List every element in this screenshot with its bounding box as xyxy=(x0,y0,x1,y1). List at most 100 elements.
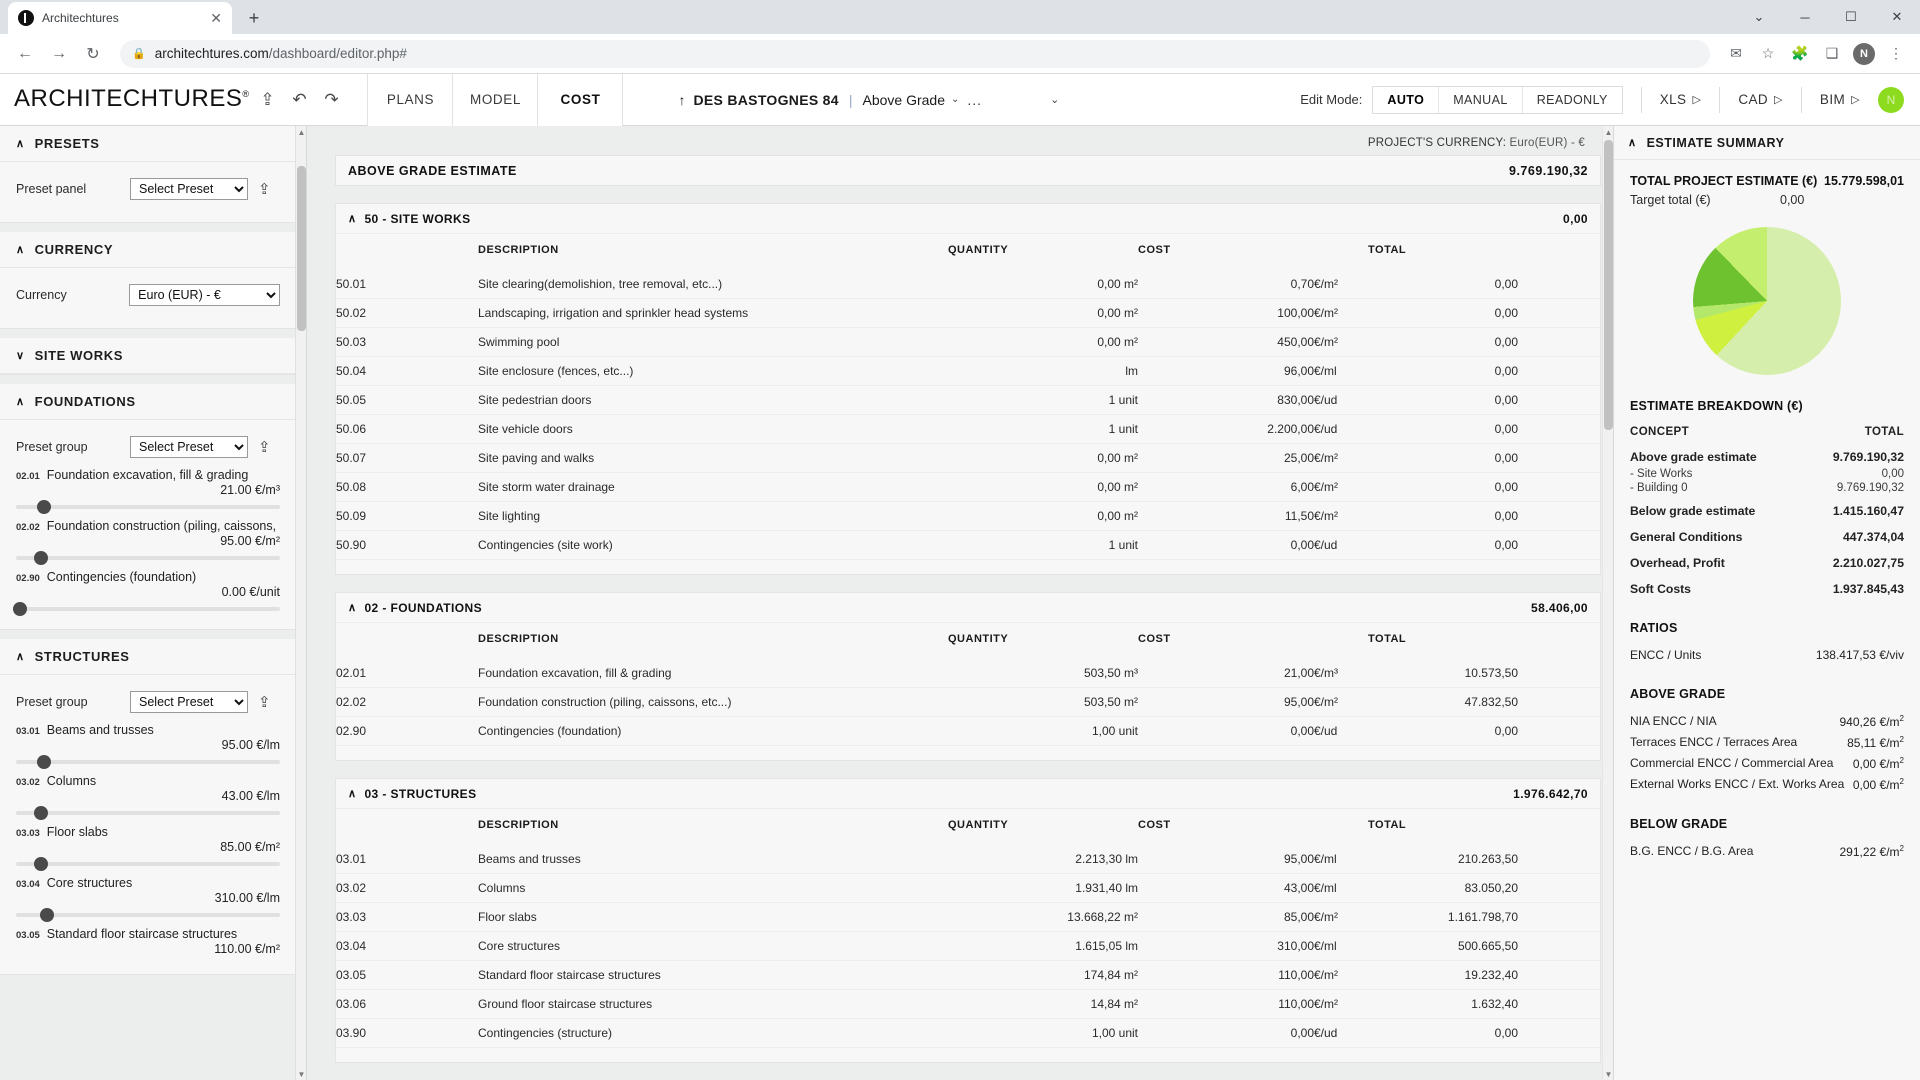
group-footer-spacer xyxy=(336,1048,1600,1062)
table-row[interactable]: 50.90Contingencies (site work)1 unit0,00… xyxy=(336,531,1600,560)
above-grade-estimate-total: 9.769.190,32 xyxy=(1509,164,1588,178)
table-row[interactable]: 03.06Ground floor staircase structures14… xyxy=(336,990,1600,1019)
reload-icon[interactable]: ↻ xyxy=(78,39,108,69)
slider-thumb[interactable] xyxy=(40,908,54,922)
tab-model[interactable]: MODEL xyxy=(452,74,538,126)
table-row[interactable]: 50.09Site lighting0,00 m²11,50€/m²0,00 xyxy=(336,502,1600,531)
slider-track[interactable] xyxy=(16,811,280,815)
table-row[interactable]: 50.07Site paving and walks0,00 m²25,00€/… xyxy=(336,444,1600,473)
cost-group-header[interactable]: ∧ 03 - STRUCTURES 1.976.642,70 xyxy=(336,779,1600,809)
table-row[interactable]: 03.02Columns1.931,40 lm43,00€/ml83.050,2… xyxy=(336,874,1600,903)
panel-currency-header[interactable]: ∧ CURRENCY xyxy=(0,232,296,268)
tab-cost[interactable]: COST xyxy=(537,74,623,126)
table-row[interactable]: 03.01Beams and trusses2.213,30 lm95,00€/… xyxy=(336,845,1600,874)
table-row[interactable]: 50.06Site vehicle doors1 unit2.200,00€/u… xyxy=(336,415,1600,444)
browser-menu-icon[interactable]: ⋮ xyxy=(1882,40,1910,68)
export-bim-button[interactable]: BIM▷ xyxy=(1820,92,1860,107)
estimate-summary-header[interactable]: ∧ ESTIMATE SUMMARY xyxy=(1614,126,1920,160)
table-row[interactable]: 03.04Core structures1.615,05 lm310,00€/m… xyxy=(336,932,1600,961)
browser-tab[interactable]: Architechtures ✕ xyxy=(8,2,232,34)
panel-site-works-header[interactable]: ∨ SITE WORKS xyxy=(0,338,296,374)
table-row[interactable]: 03.03Floor slabs13.668,22 m²85,00€/m²1.1… xyxy=(336,903,1600,932)
back-icon[interactable]: ← xyxy=(10,39,40,69)
slider-thumb[interactable] xyxy=(37,500,51,514)
table-row[interactable]: 03.05Standard floor staircase structures… xyxy=(336,961,1600,990)
table-row[interactable]: 50.05Site pedestrian doors1 unit830,00€/… xyxy=(336,386,1600,415)
slider-track[interactable] xyxy=(16,607,280,611)
tab-plans[interactable]: PLANS xyxy=(367,74,453,126)
sidebar-scrollbar[interactable]: ▲ ▼ xyxy=(295,126,306,1080)
minimize-button[interactable]: ─ xyxy=(1782,0,1828,34)
slider-thumb[interactable] xyxy=(34,551,48,565)
panel-foundations-header[interactable]: ∧ FOUNDATIONS xyxy=(0,384,296,420)
cost-group-header[interactable]: ∧ 02 - FOUNDATIONS 58.406,00 xyxy=(336,593,1600,623)
table-row[interactable]: 02.02Foundation construction (piling, ca… xyxy=(336,688,1600,717)
redo-icon[interactable]: ↷ xyxy=(317,80,345,120)
share-icon[interactable]: ✉ xyxy=(1722,40,1750,68)
preset-panel-select[interactable]: Select Preset xyxy=(130,178,248,200)
panel-presets-header[interactable]: ∧ PRESETS xyxy=(0,126,296,162)
edit-mode-auto[interactable]: AUTO xyxy=(1373,87,1439,113)
table-row[interactable]: 50.01Site clearing(demolishion, tree rem… xyxy=(336,270,1600,299)
scroll-up-arrow-icon[interactable]: ▲ xyxy=(296,126,307,138)
sidebar-scroll-area: ∧ PRESETS Preset panel Select Preset ⇪ ∧ xyxy=(0,126,296,1080)
bookmark-icon[interactable]: ☆ xyxy=(1754,40,1782,68)
table-row[interactable]: 02.90Contingencies (foundation)1,00 unit… xyxy=(336,717,1600,746)
slider-thumb[interactable] xyxy=(37,755,51,769)
cloud-upload-icon[interactable]: ⇪ xyxy=(258,180,271,198)
new-tab-button[interactable]: + xyxy=(240,4,268,32)
slider-track[interactable] xyxy=(16,913,280,917)
slider-track[interactable] xyxy=(16,862,280,866)
panel-structures-header[interactable]: ∧ STRUCTURES xyxy=(0,639,296,675)
slider-03-05: 03.05Standard floor staircase structures… xyxy=(16,927,280,956)
table-row[interactable]: 03.90Contingencies (structure)1,00 unit0… xyxy=(336,1019,1600,1048)
more-options-ellipsis[interactable]: ... xyxy=(967,92,982,108)
slider-thumb[interactable] xyxy=(34,857,48,871)
grade-selector[interactable]: Above Grade ⌄ xyxy=(863,92,960,108)
window-close-button[interactable]: ✕ xyxy=(1874,0,1920,34)
slider-thumb[interactable] xyxy=(34,806,48,820)
scroll-down-arrow-icon[interactable]: ▼ xyxy=(296,1068,307,1080)
address-bar[interactable]: 🔒 architechtures.com/dashboard/editor.ph… xyxy=(120,40,1710,68)
cost-table: DESCRIPTION QUANTITY COST TOTAL 02.01Fou… xyxy=(336,623,1600,746)
cloud-upload-icon[interactable]: ⇪ xyxy=(253,80,281,120)
sidebar-scroll-thumb[interactable] xyxy=(297,166,306,331)
chevron-down-icon[interactable]: ⌄ xyxy=(1736,0,1782,34)
forward-icon[interactable]: → xyxy=(44,39,74,69)
table-row[interactable]: 02.01Foundation excavation, fill & gradi… xyxy=(336,659,1600,688)
extensions-icon[interactable]: 🧩 xyxy=(1786,40,1814,68)
currency-select[interactable]: Euro (EUR) - € xyxy=(129,284,280,306)
main-scrollbar[interactable]: ▲ ▼ xyxy=(1602,126,1613,1080)
table-row[interactable]: 50.04Site enclosure (fences, etc...)lm96… xyxy=(336,357,1600,386)
target-total-row: Target total (€) 0,00 xyxy=(1630,193,1904,207)
maximize-button[interactable]: ☐ xyxy=(1828,0,1874,34)
slider-thumb[interactable] xyxy=(13,602,27,616)
cloud-upload-icon[interactable]: ⇪ xyxy=(258,438,271,456)
panel-chevron-down-icon[interactable]: ⌄ xyxy=(1050,93,1059,106)
table-row[interactable]: 50.08Site storm water drainage0,00 m²6,0… xyxy=(336,473,1600,502)
browser-profile-avatar[interactable]: N xyxy=(1850,40,1878,68)
export-xls-button[interactable]: XLS▷ xyxy=(1660,92,1702,107)
slider-track[interactable] xyxy=(16,505,280,509)
project-up-arrow-icon[interactable]: ↑ xyxy=(678,92,685,108)
scroll-up-arrow-icon[interactable]: ▲ xyxy=(1603,126,1613,138)
edit-mode-readonly[interactable]: READONLY xyxy=(1523,87,1622,113)
table-row[interactable]: 50.03Swimming pool0,00 m²450,00€/m²0,00 xyxy=(336,328,1600,357)
cloud-upload-icon[interactable]: ⇪ xyxy=(258,693,271,711)
export-cad-button[interactable]: CAD▷ xyxy=(1738,92,1783,107)
undo-icon[interactable]: ↶ xyxy=(285,80,313,120)
foundations-preset-group-field: Preset group Select Preset ⇪ xyxy=(16,436,280,458)
scroll-down-arrow-icon[interactable]: ▼ xyxy=(1603,1068,1613,1080)
edit-mode-manual[interactable]: MANUAL xyxy=(1439,87,1523,113)
user-avatar[interactable]: N xyxy=(1878,87,1904,113)
side-panel-icon[interactable]: ❑ xyxy=(1818,40,1846,68)
cost-group-header[interactable]: ∧ 50 - SITE WORKS 0,00 xyxy=(336,204,1600,234)
table-row[interactable]: 50.02Landscaping, irrigation and sprinkl… xyxy=(336,299,1600,328)
slider-track[interactable] xyxy=(16,760,280,764)
structures-preset-select[interactable]: Select Preset xyxy=(130,691,248,713)
slider-track[interactable] xyxy=(16,556,280,560)
close-icon[interactable]: ✕ xyxy=(210,11,222,25)
foundations-preset-select[interactable]: Select Preset xyxy=(130,436,248,458)
col-cost: COST xyxy=(1138,234,1314,270)
main-scroll-thumb[interactable] xyxy=(1604,140,1613,430)
